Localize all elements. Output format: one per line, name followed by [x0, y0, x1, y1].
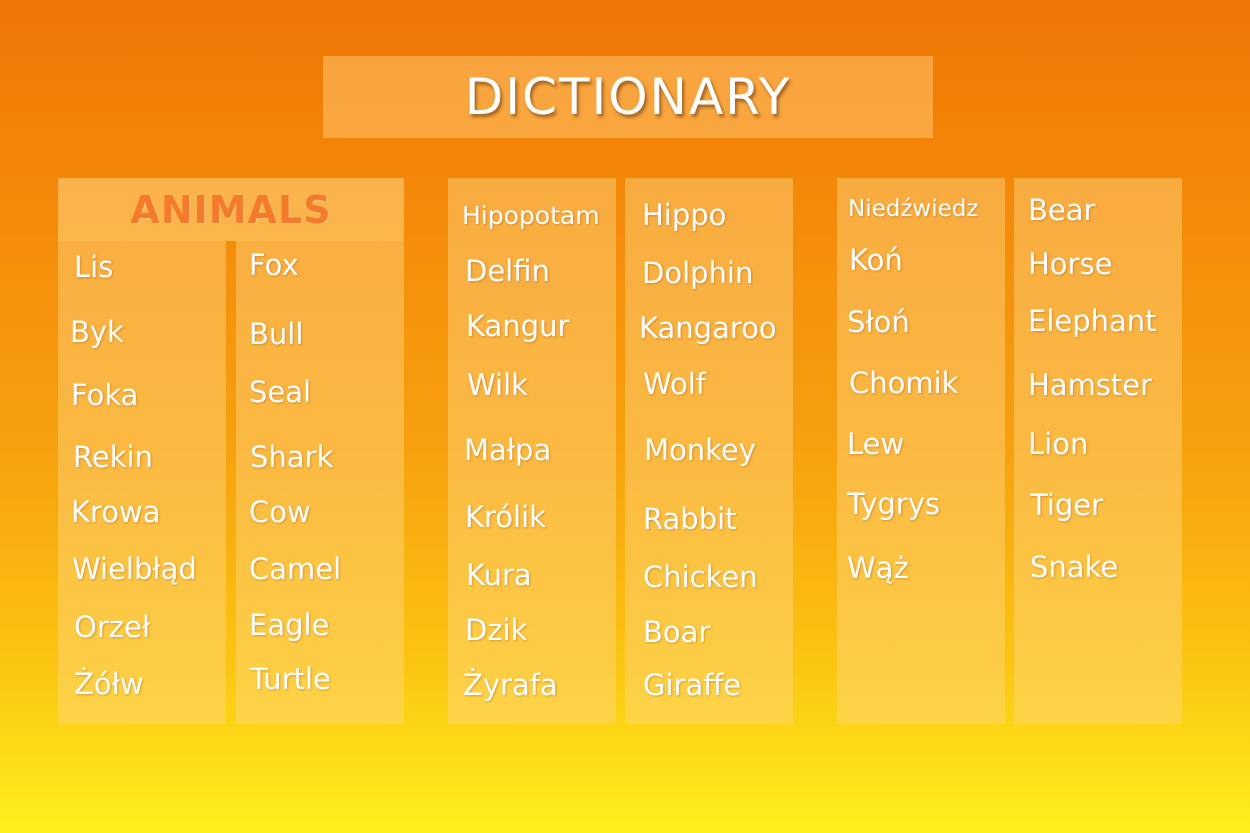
word-polish: Lis — [74, 250, 114, 284]
word-polish: Małpa — [464, 433, 552, 467]
section-header: ANIMALS — [130, 187, 332, 232]
word-english: Chicken — [643, 560, 758, 594]
word-polish: Żółw — [74, 667, 144, 701]
word-polish: Niedźwiedz — [848, 196, 979, 222]
word-polish: Krowa — [71, 495, 161, 529]
word-polish: Kura — [466, 558, 532, 592]
word-polish: Rekin — [73, 440, 153, 474]
page-title: DICTIONARY — [464, 68, 792, 126]
word-polish: Żyrafa — [463, 668, 558, 702]
word-english: Seal — [249, 375, 312, 409]
word-english: Hamster — [1028, 368, 1153, 402]
word-english: Bear — [1028, 193, 1096, 227]
word-english: Eagle — [249, 608, 330, 642]
word-polish: Wąż — [847, 551, 909, 585]
word-polish: Delfin — [465, 254, 550, 288]
word-polish: Orzeł — [74, 610, 151, 644]
word-english: Horse — [1028, 247, 1113, 281]
word-polish: Słoń — [847, 305, 910, 339]
column-polish-1 — [58, 241, 226, 724]
word-english: Tiger — [1030, 488, 1104, 522]
word-polish: Tygrys — [847, 487, 940, 521]
word-english: Camel — [249, 552, 342, 586]
word-english: Lion — [1028, 427, 1089, 461]
word-polish: Foka — [71, 378, 139, 412]
word-english: Bull — [249, 317, 304, 351]
word-english: Shark — [250, 440, 334, 474]
word-english: Boar — [643, 615, 711, 649]
word-english: Rabbit — [643, 502, 737, 536]
word-english: Kangaroo — [639, 311, 777, 345]
word-polish: Chomik — [849, 366, 959, 400]
title-banner: DICTIONARY — [323, 56, 933, 138]
word-english: Dolphin — [642, 256, 754, 290]
word-english: Hippo — [642, 198, 727, 232]
word-english: Wolf — [643, 367, 706, 401]
word-english: Elephant — [1028, 304, 1157, 338]
word-english: Monkey — [644, 433, 756, 467]
column-english-1 — [236, 241, 404, 724]
word-polish: Królik — [465, 500, 546, 534]
word-polish: Kangur — [466, 309, 570, 343]
word-polish: Byk — [70, 315, 124, 349]
section-header-box: ANIMALS — [58, 178, 404, 241]
word-english: Snake — [1030, 550, 1119, 584]
word-polish: Koń — [849, 243, 903, 277]
word-english: Turtle — [250, 662, 331, 696]
word-polish: Dzik — [465, 613, 528, 647]
word-polish: Wilk — [467, 368, 528, 402]
word-english: Fox — [249, 248, 299, 282]
word-english: Cow — [249, 495, 311, 529]
word-polish: Lew — [847, 427, 905, 461]
word-polish: Hipopotam — [462, 201, 600, 230]
word-polish: Wielbłąd — [72, 552, 197, 586]
word-english: Giraffe — [643, 668, 742, 702]
